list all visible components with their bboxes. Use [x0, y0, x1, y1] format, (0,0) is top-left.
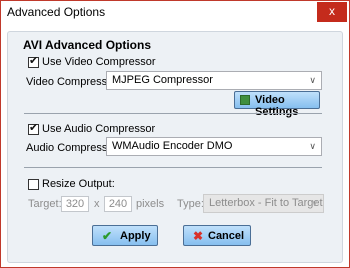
target-label: Target: — [28, 198, 62, 210]
target-width-input[interactable]: 320 — [61, 196, 89, 212]
type-label: Type: — [177, 198, 204, 210]
settings-icon — [240, 95, 250, 105]
chevron-down-icon: ∨ — [311, 198, 318, 208]
advanced-options-window: Advanced Options x AVI Advanced Options … — [0, 0, 350, 268]
apply-button[interactable]: ✔ Apply — [92, 225, 158, 246]
avi-options-panel: AVI Advanced Options ✔ Use Video Compres… — [7, 31, 343, 263]
close-button[interactable]: x — [317, 2, 347, 22]
use-audio-compressor-checkbox[interactable]: ✔ — [28, 122, 39, 135]
title-bar: Advanced Options x — [1, 1, 349, 23]
use-video-compressor-label: Use Video Compressor — [42, 56, 156, 68]
chevron-down-icon: ∨ — [309, 75, 316, 85]
resize-output-label: Resize Output: — [42, 178, 115, 190]
audio-compressor-select[interactable]: WMAudio Encoder DMO ∨ — [106, 137, 322, 156]
x-icon: ✖ — [193, 229, 204, 243]
use-audio-compressor-label: Use Audio Compressor — [42, 123, 156, 135]
resize-output-checkbox[interactable] — [28, 179, 39, 190]
resize-type-value: Letterbox - Fit to Target — [209, 197, 323, 209]
video-compressor-value: MJPEG Compressor — [112, 74, 213, 86]
x-separator: x — [94, 198, 100, 210]
video-compressor-select[interactable]: MJPEG Compressor ∨ — [106, 71, 322, 90]
chevron-down-icon: ∨ — [309, 141, 316, 151]
divider — [24, 167, 322, 168]
section-header: AVI Advanced Options — [23, 38, 152, 52]
video-settings-button[interactable]: Video Settings — [234, 91, 320, 118]
window-title: Advanced Options — [7, 5, 106, 19]
close-icon: x — [329, 4, 335, 18]
checkmark-icon: ✔ — [102, 229, 113, 243]
audio-compressor-value: WMAudio Encoder DMO — [112, 140, 233, 152]
divider — [24, 113, 322, 114]
use-video-compressor-checkbox[interactable]: ✔ — [28, 55, 39, 68]
pixels-label: pixels — [136, 198, 165, 210]
target-height-input[interactable]: 240 — [104, 196, 132, 212]
checkmark-icon: ✔ — [29, 55, 39, 67]
video-settings-label: Video Settings — [255, 94, 299, 118]
checkmark-icon: ✔ — [29, 122, 39, 134]
cancel-button[interactable]: ✖ Cancel — [183, 225, 251, 246]
resize-type-select[interactable]: Letterbox - Fit to Target ∨ — [203, 194, 324, 213]
apply-label: Apply — [120, 230, 151, 242]
cancel-label: Cancel — [208, 230, 245, 242]
